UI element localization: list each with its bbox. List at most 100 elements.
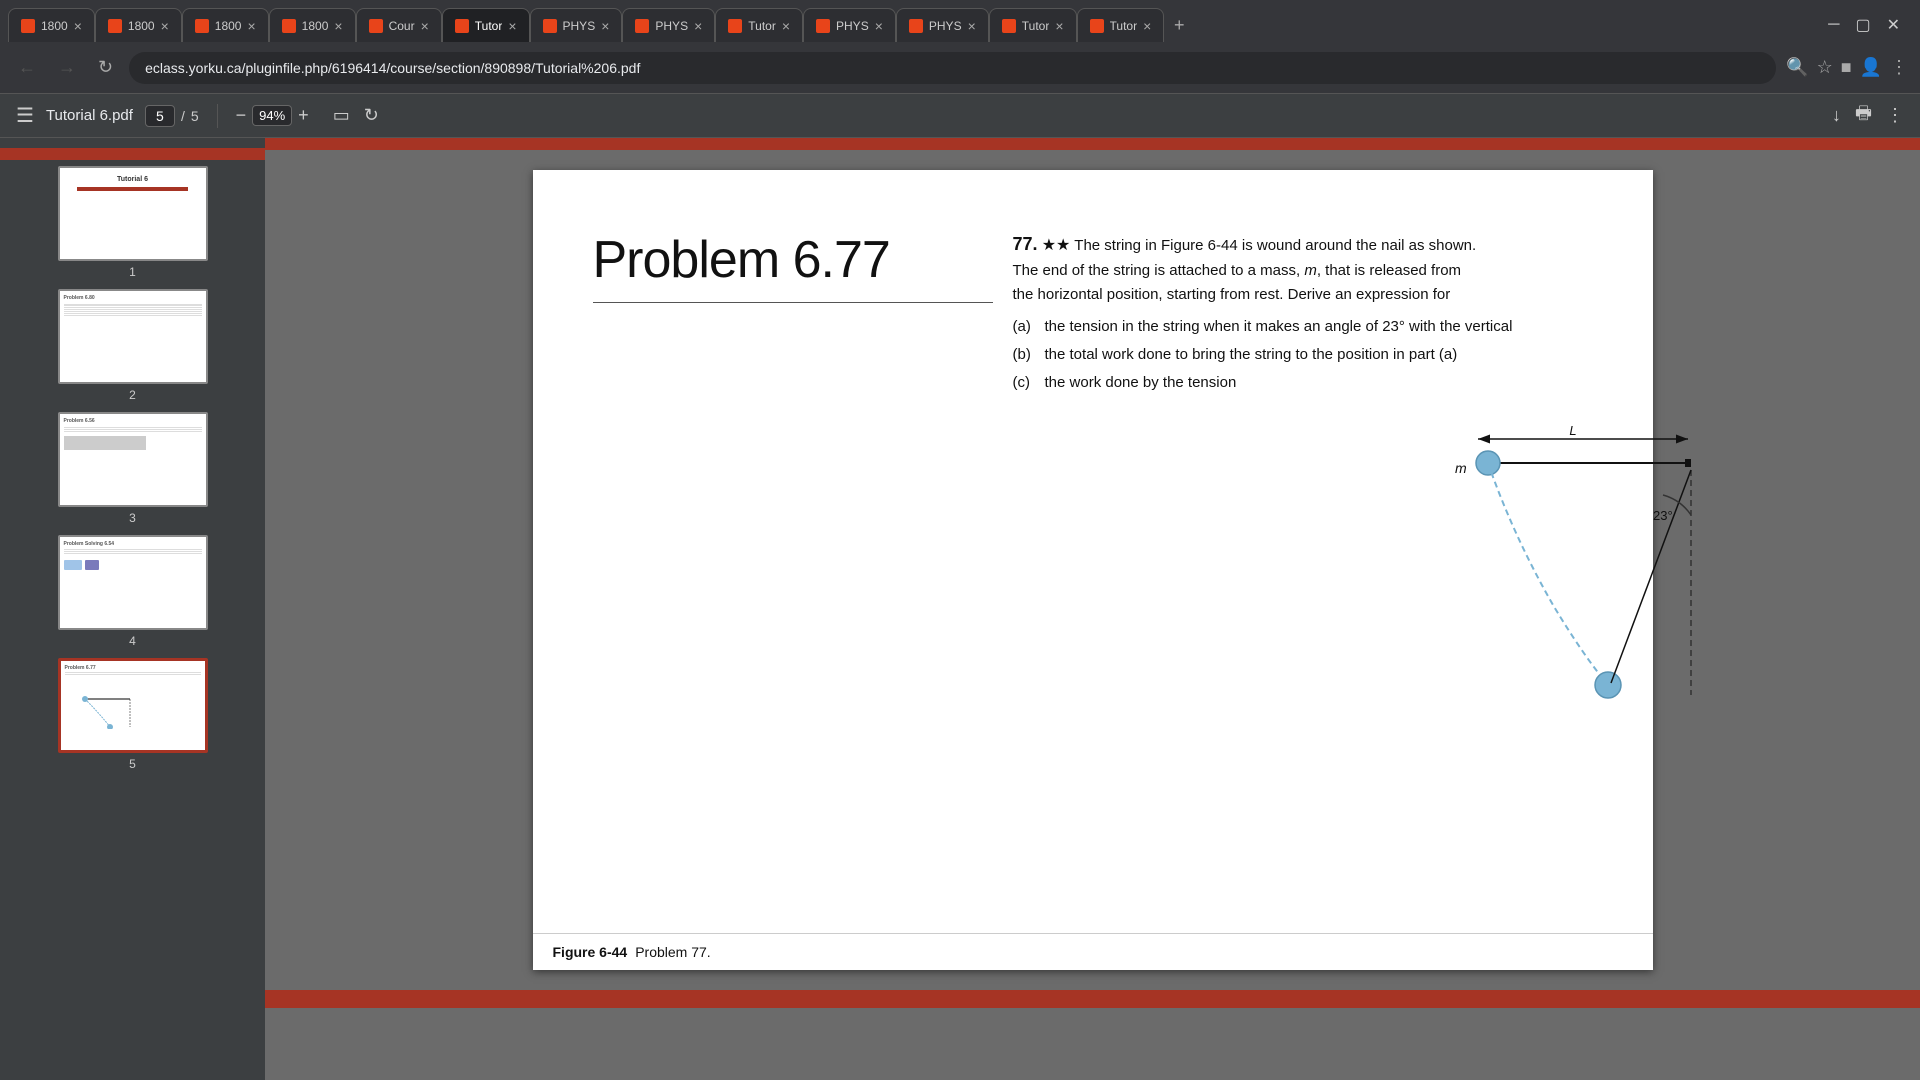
rotate-button[interactable]: ↻ — [364, 105, 379, 126]
current-page-input[interactable] — [145, 105, 175, 127]
minimize-button[interactable]: ─ — [1828, 16, 1839, 34]
zoom-page-icon[interactable]: 🔍 — [1786, 57, 1808, 78]
total-pages: 5 — [191, 108, 199, 124]
forward-button[interactable]: → — [52, 53, 82, 82]
pdf-page: Problem 6.77 77. ★★ The string in Figure… — [533, 170, 1653, 970]
figure-label: Figure 6-44 — [553, 944, 628, 960]
more-options-button[interactable]: ⋮ — [1886, 105, 1904, 126]
thumb-label-1: 1 — [129, 265, 136, 279]
tab-close-8[interactable]: × — [694, 18, 702, 34]
tab-label-4: 1800 — [302, 19, 329, 33]
tab-3[interactable]: 1800 × — [182, 8, 269, 42]
fit-page-button[interactable]: ▭ — [333, 105, 350, 126]
tab-close-4[interactable]: × — [334, 18, 342, 34]
thumb-box-3: Problem 6.56 — [58, 412, 208, 507]
maximize-button[interactable]: ▢ — [1855, 15, 1870, 35]
new-tab-button[interactable]: + — [1164, 8, 1194, 42]
part-b-text: the total work done to bring the string … — [1045, 343, 1593, 367]
bottom-red-bar — [265, 990, 1920, 1008]
tab-close-6[interactable]: × — [508, 18, 516, 34]
problem-intro: The string in Figure 6-44 is wound aroun… — [1013, 237, 1477, 303]
tab-bar: 1800 × 1800 × 1800 × 1800 × Cour × Tutor… — [0, 0, 1920, 42]
tab-close-5[interactable]: × — [421, 18, 429, 34]
back-button[interactable]: ← — [12, 53, 42, 82]
tab-close-9[interactable]: × — [782, 18, 790, 34]
tab-close-13[interactable]: × — [1143, 18, 1151, 34]
zoom-out-button[interactable]: − — [236, 105, 247, 126]
tab-12[interactable]: Tutor × — [989, 8, 1077, 42]
problem-left-section: Problem 6.77 — [593, 230, 943, 303]
part-b-label: (b) — [1013, 343, 1037, 367]
figure-caption-text: Problem 77. — [635, 944, 710, 960]
nail — [1685, 459, 1691, 467]
tab-close-1[interactable]: × — [74, 18, 82, 34]
tab-5[interactable]: Cour × — [356, 8, 442, 42]
tab-close-10[interactable]: × — [875, 18, 883, 34]
thumb-label-2: 2 — [129, 388, 136, 402]
thumb-box-2: Problem 6.80 — [58, 289, 208, 384]
bookmark-icon[interactable]: ☆ — [1817, 57, 1833, 78]
angle-label: 23° — [1653, 508, 1673, 523]
tab-favicon-9 — [728, 19, 742, 33]
zoom-in-button[interactable]: + — [298, 105, 309, 126]
zoom-value: 94% — [252, 105, 292, 126]
tab-favicon-4 — [282, 19, 296, 33]
tab-label-11: PHYS — [929, 19, 962, 33]
tab-close-7[interactable]: × — [601, 18, 609, 34]
tab-close-12[interactable]: × — [1055, 18, 1063, 34]
print-button[interactable]: 🖶 — [1855, 101, 1872, 131]
tab-favicon-3 — [195, 19, 209, 33]
tab-10[interactable]: PHYS × — [803, 8, 896, 42]
thumbnail-2[interactable]: Problem 6.80 2 — [0, 283, 265, 406]
tab-2[interactable]: 1800 × — [95, 8, 182, 42]
tab-13[interactable]: Tutor × — [1077, 8, 1165, 42]
tab-favicon-8 — [635, 19, 649, 33]
tab-favicon-7 — [543, 19, 557, 33]
pdf-title: Tutorial 6.pdf — [46, 107, 133, 124]
thumbnail-4[interactable]: Problem Solving 6.54 4 — [0, 529, 265, 652]
tab-label-9: Tutor — [748, 19, 776, 33]
hamburger-menu[interactable]: ☰ — [16, 103, 34, 128]
top-red-bar — [265, 138, 1920, 150]
part-c-label: (c) — [1013, 371, 1037, 395]
tab-close-11[interactable]: × — [968, 18, 976, 34]
sidebar-red-bar — [0, 148, 265, 160]
thumbnail-1[interactable]: Tutorial 6 1 — [0, 160, 265, 283]
reload-button[interactable]: ↻ — [92, 53, 119, 82]
part-a-text: the tension in the string when it makes … — [1045, 315, 1593, 339]
tab-1[interactable]: 1800 × — [8, 8, 95, 42]
tab-11[interactable]: PHYS × — [896, 8, 989, 42]
close-button[interactable]: ✕ — [1887, 15, 1900, 35]
thumb-label-4: 4 — [129, 634, 136, 648]
part-c-text: the work done by the tension — [1045, 371, 1593, 395]
address-bar: ← → ↻ 🔍 ☆ ■ 👤 ⋮ — [0, 42, 1920, 94]
profile-icon[interactable]: 👤 — [1860, 57, 1882, 78]
thumbnail-3[interactable]: Problem 6.56 3 — [0, 406, 265, 529]
main-area: Tutorial 6 1 Problem 6.80 — [0, 138, 1920, 1080]
menu-icon[interactable]: ⋮ — [1890, 57, 1908, 78]
extensions-icon[interactable]: ■ — [1841, 57, 1852, 78]
problem-title: Problem 6.77 — [593, 230, 943, 290]
problem-part-c: (c) the work done by the tension — [1013, 371, 1593, 395]
mass-ball-bottom — [1595, 672, 1621, 698]
download-button[interactable]: ↓ — [1832, 105, 1841, 126]
tab-9[interactable]: Tutor × — [715, 8, 803, 42]
thumb-box-4: Problem Solving 6.54 — [58, 535, 208, 630]
tab-6[interactable]: Tutor × — [442, 8, 530, 42]
thumb-label-5: 5 — [129, 757, 136, 771]
tab-7[interactable]: PHYS × — [530, 8, 623, 42]
tab-label-13: Tutor — [1110, 19, 1138, 33]
tab-close-3[interactable]: × — [247, 18, 255, 34]
tab-label-6: Tutor — [475, 19, 503, 33]
thumb-box-5: Problem 6.77 — [58, 658, 208, 753]
tab-close-2[interactable]: × — [161, 18, 169, 34]
tab-favicon-1 — [21, 19, 35, 33]
tab-8[interactable]: PHYS × — [622, 8, 715, 42]
tab-label-7: PHYS — [563, 19, 596, 33]
zoom-controls: − 94% + — [236, 105, 309, 126]
tab-favicon-13 — [1090, 19, 1104, 33]
page-separator: / — [181, 108, 185, 124]
thumbnail-5[interactable]: Problem 6.77 — [0, 652, 265, 775]
tab-4[interactable]: 1800 × — [269, 8, 356, 42]
address-input[interactable] — [129, 52, 1776, 84]
